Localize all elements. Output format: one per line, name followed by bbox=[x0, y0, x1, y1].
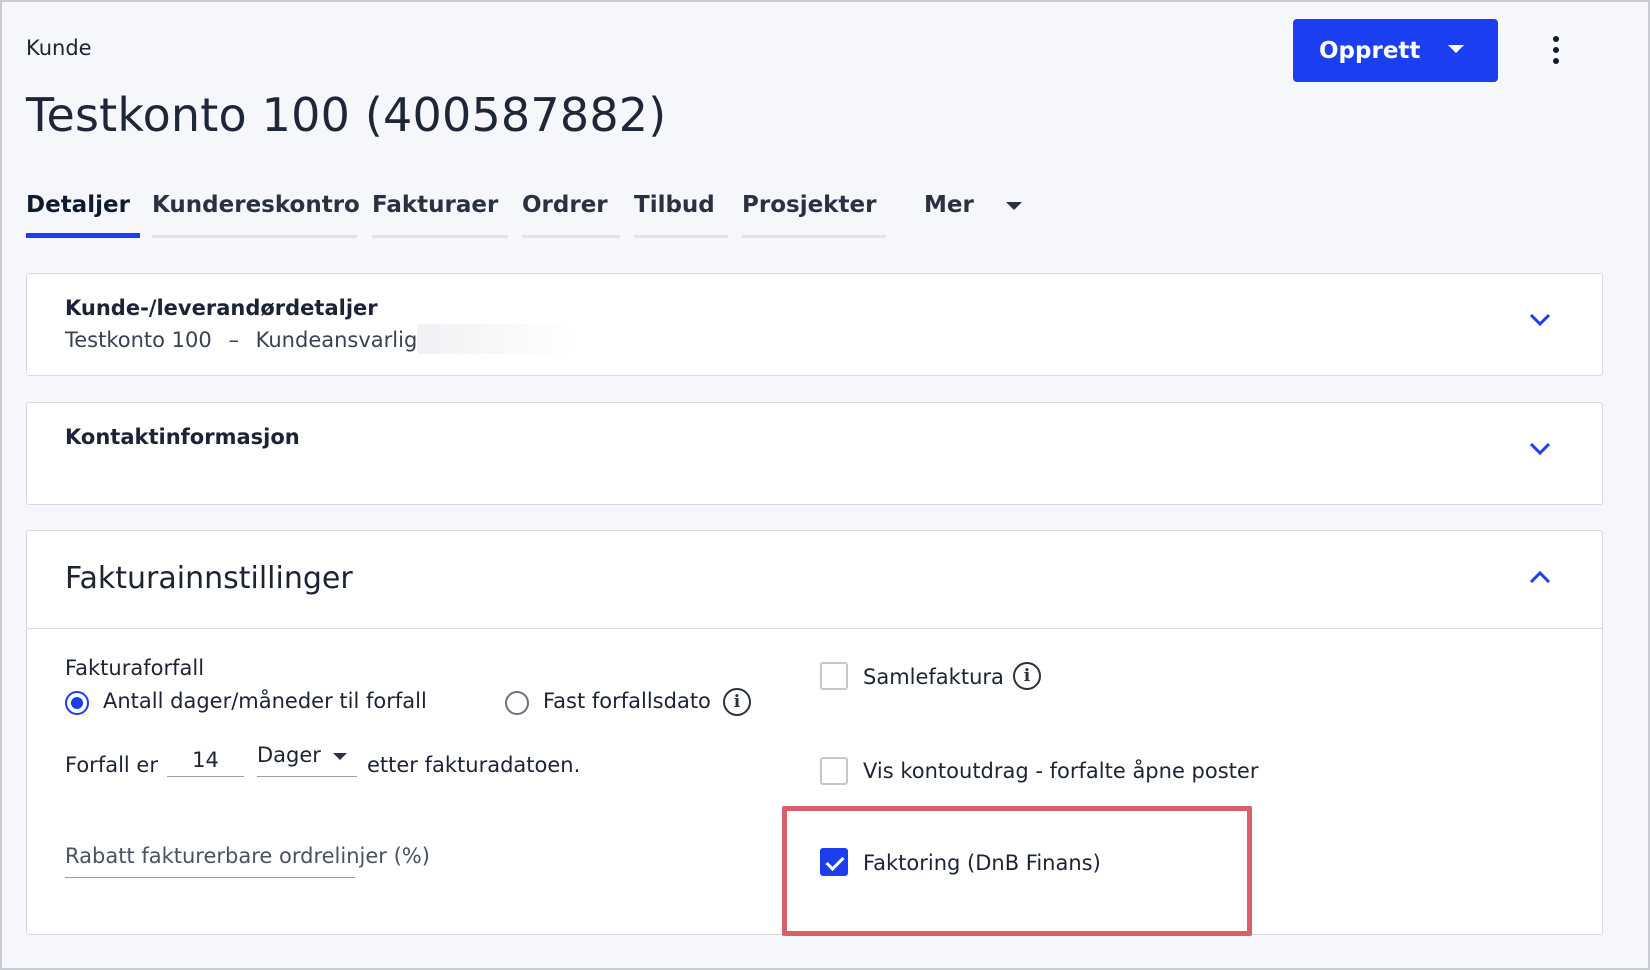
separator: – bbox=[228, 328, 239, 352]
card-subtitle: Testkonto 100 – Kundeansvarlig bbox=[65, 328, 417, 352]
chevron-down-icon bbox=[333, 753, 347, 760]
tab-invoices[interactable]: Fakturaer bbox=[372, 190, 508, 238]
tab-projects[interactable]: Prosjekter bbox=[742, 190, 886, 238]
account-statement-label[interactable]: Vis kontoutdrag - forfalte åpne poster bbox=[863, 759, 1258, 783]
due-suffix: etter fakturadatoen. bbox=[367, 753, 581, 777]
more-options-icon[interactable] bbox=[1546, 36, 1566, 64]
discount-field-label[interactable]: Rabatt fakturerbare ordrelinjer (%) bbox=[65, 844, 430, 868]
breadcrumb[interactable]: Kunde bbox=[26, 36, 92, 60]
due-unit-value: Dager bbox=[257, 743, 321, 767]
create-button-label: Opprett bbox=[1319, 37, 1421, 64]
chevron-down-icon[interactable] bbox=[1529, 313, 1551, 327]
divider bbox=[27, 628, 1602, 629]
tab-customer-ledger[interactable]: Kundereskontro bbox=[152, 190, 360, 238]
radio-days-until-due[interactable] bbox=[65, 691, 89, 715]
chevron-down-icon[interactable] bbox=[1529, 442, 1551, 456]
chevron-down-icon bbox=[1448, 45, 1464, 53]
collective-invoice-checkbox[interactable] bbox=[820, 662, 848, 690]
due-unit-select[interactable]: Dager bbox=[257, 743, 357, 777]
tab-details[interactable]: Detaljer bbox=[26, 190, 140, 238]
radio-days-label[interactable]: Antall dager/måneder til forfall bbox=[103, 689, 427, 713]
due-days-input[interactable] bbox=[167, 743, 244, 777]
page-title: Testkonto 100 (400587882) bbox=[26, 88, 667, 142]
invoice-settings-card: Fakturainnstillinger Fakturaforfall Anta… bbox=[26, 530, 1603, 935]
info-icon[interactable]: i bbox=[1013, 662, 1041, 690]
factoring-checkbox[interactable] bbox=[820, 848, 848, 876]
tab-more-label: Mer bbox=[924, 192, 974, 218]
info-icon[interactable]: i bbox=[723, 688, 751, 716]
responsible-label: Kundeansvarlig bbox=[255, 328, 418, 352]
radio-fixed-label[interactable]: Fast forfallsdato bbox=[543, 689, 711, 713]
create-button[interactable]: Opprett bbox=[1293, 19, 1498, 82]
section-title: Fakturainnstillinger bbox=[65, 561, 353, 596]
due-prefix: Forfall er bbox=[65, 753, 158, 777]
tab-more[interactable]: Mer bbox=[924, 190, 1034, 238]
card-title: Kunde-/leverandørdetaljer bbox=[65, 296, 378, 320]
due-label: Fakturaforfall bbox=[65, 656, 205, 680]
contact-info-card[interactable]: Kontaktinformasjon bbox=[26, 402, 1603, 505]
collective-invoice-label[interactable]: Samlefaktura bbox=[863, 665, 1004, 689]
chevron-down-icon bbox=[1006, 202, 1022, 210]
tab-orders[interactable]: Ordrer bbox=[522, 190, 620, 238]
redacted-value bbox=[417, 324, 577, 354]
factoring-label[interactable]: Faktoring (DnB Finans) bbox=[863, 851, 1101, 875]
customer-details-card[interactable]: Kunde-/leverandørdetaljer Testkonto 100 … bbox=[26, 273, 1603, 376]
chevron-up-icon[interactable] bbox=[1529, 570, 1551, 584]
account-statement-checkbox[interactable] bbox=[820, 757, 848, 785]
card-title: Kontaktinformasjon bbox=[65, 425, 300, 449]
tab-quotes[interactable]: Tilbud bbox=[634, 190, 728, 238]
customer-name: Testkonto 100 bbox=[65, 328, 212, 352]
radio-fixed-due-date[interactable] bbox=[505, 691, 529, 715]
discount-input-underline[interactable] bbox=[65, 877, 355, 878]
